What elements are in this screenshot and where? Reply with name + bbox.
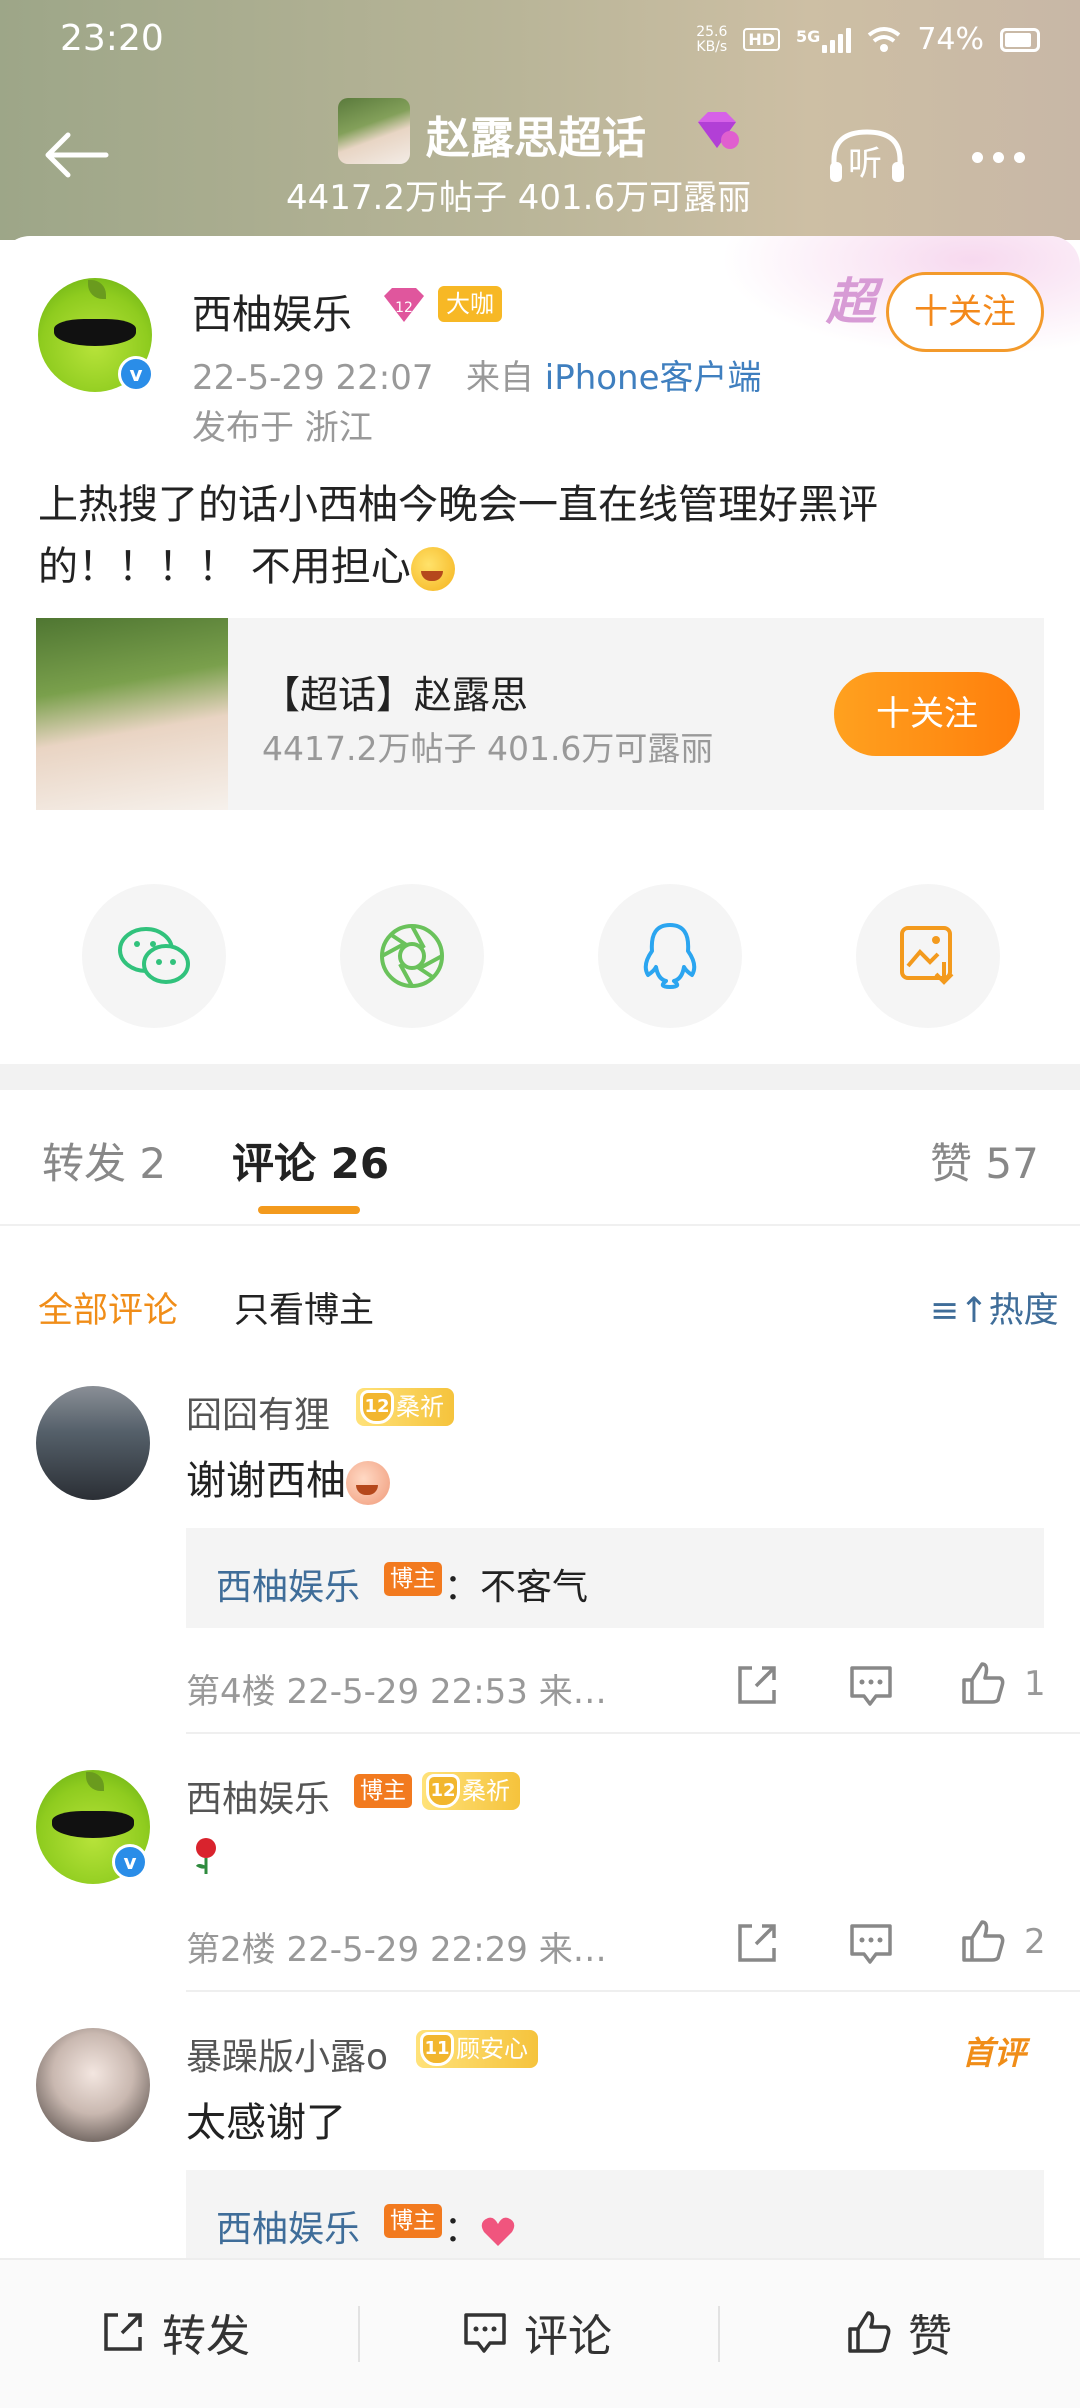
- repost-button[interactable]: 转发: [98, 2300, 250, 2364]
- section-divider: [0, 1064, 1080, 1090]
- comment-text: 谢谢西柚: [186, 1448, 390, 1506]
- active-tab-indicator: [258, 1206, 360, 1214]
- supertopic-image: [36, 618, 228, 810]
- reply-comment-icon[interactable]: [846, 1660, 896, 1710]
- commenter-name[interactable]: 西柚娱乐: [186, 1770, 330, 1822]
- like-button[interactable]: 赞: [844, 2300, 952, 2364]
- like-comment-icon[interactable]: [958, 1916, 1008, 1966]
- sort-icon: ≡↑: [930, 1291, 989, 1331]
- supertopic-title: 【超话】赵露思: [262, 673, 529, 717]
- fan-level-badge: 12 桑祈: [356, 1388, 454, 1426]
- topic-title: 赵露思超话: [426, 113, 646, 164]
- gem-level-icon: [698, 112, 739, 149]
- rose-emoji-icon: [196, 1838, 216, 1874]
- reply-comment-icon[interactable]: [846, 1918, 896, 1968]
- commenter-name[interactable]: 暴躁版小露o: [186, 2028, 388, 2080]
- tab-repost[interactable]: 转发 2: [42, 1130, 166, 1191]
- comment-text: 太感谢了: [186, 2100, 346, 2146]
- follow-supertopic-button[interactable]: 十关注: [834, 672, 1020, 756]
- save-image-icon: [900, 926, 954, 985]
- battery-icon: [1000, 27, 1040, 52]
- share-qq-button[interactable]: [598, 884, 742, 1028]
- share-moments-button[interactable]: [340, 884, 484, 1028]
- weibo-post-detail: 23:20 25.6 KB/s HD 5G 74% 赵露思超话 4417.2万帖子…: [0, 0, 1080, 2408]
- wechat-icon: [118, 927, 190, 984]
- author-name[interactable]: 西柚娱乐: [192, 282, 352, 340]
- blogger-tag: 博主: [354, 1774, 412, 1808]
- sort-by-hot-button[interactable]: ≡↑热度: [930, 1282, 1059, 1333]
- reply-author[interactable]: 西柚娱乐: [216, 1558, 360, 1610]
- fan-level-badge: 12 桑祈: [422, 1772, 520, 1810]
- bar-divider: [358, 2306, 360, 2362]
- vip-badge: 大咖: [438, 286, 502, 322]
- supertopic-deco-label: 超: [826, 273, 876, 331]
- reply-author[interactable]: 西柚娱乐: [216, 2200, 360, 2252]
- qq-icon: [643, 923, 697, 989]
- comment-like-count: 1: [1024, 1664, 1046, 1704]
- filter-all-comments[interactable]: 全部评论: [38, 1282, 178, 1333]
- topic-avatar[interactable]: [338, 98, 410, 164]
- commenter-name[interactable]: 囧囧有狸: [186, 1386, 330, 1438]
- verified-icon: v: [112, 1844, 148, 1880]
- like-comment-icon[interactable]: [958, 1658, 1008, 1708]
- more-icon[interactable]: [972, 152, 1025, 163]
- supertopic-stats: 4417.2万帖子 401.6万可露丽: [262, 729, 714, 768]
- blogger-tag: 博主: [384, 2204, 442, 2238]
- shy-emoji-icon: [346, 1461, 390, 1505]
- filter-blogger-only[interactable]: 只看博主: [234, 1282, 374, 1333]
- comment-divider: [186, 1732, 1080, 1734]
- listen-button[interactable]: 听: [826, 126, 908, 186]
- first-comment-tag: 首评: [962, 2034, 1027, 2072]
- back-arrow-icon[interactable]: [40, 130, 110, 180]
- save-image-button[interactable]: [856, 884, 1000, 1028]
- post-text: 上热搜了的话小西柚今晚会一直在线管理好黑评 的！！！！ 不用担心: [38, 482, 878, 591]
- post-meta: 22-5-29 22:07 来自 iPhone客户端: [192, 358, 762, 398]
- reply-text: ：: [444, 2200, 516, 2252]
- moments-icon: [380, 924, 444, 988]
- listen-label: 听: [848, 144, 882, 184]
- follow-author-button[interactable]: 十关注: [886, 272, 1044, 352]
- repost-icon: [104, 2313, 142, 2351]
- wifi-icon: [868, 26, 901, 52]
- comment-meta: 第4楼 22-5-29 22:53 来…: [186, 1672, 607, 1712]
- bar-divider: [718, 2306, 720, 2362]
- blogger-tag: 博主: [384, 1562, 442, 1596]
- tabs-divider: [0, 1224, 1080, 1226]
- hd-icon: HD: [743, 28, 781, 51]
- comment-button[interactable]: 评论: [460, 2300, 612, 2364]
- signal-icon: 5G: [796, 27, 852, 53]
- fan-level-badge: 11 顾安心: [416, 2030, 538, 2068]
- share-comment-icon[interactable]: [732, 1660, 782, 1710]
- tab-comment[interactable]: 评论 26: [232, 1130, 389, 1191]
- topic-stats: 4417.2万帖子 401.6万可露丽: [286, 178, 752, 218]
- post-location: 发布于 浙江: [192, 408, 373, 448]
- svg-text:12: 12: [395, 300, 413, 316]
- status-time: 23:20: [60, 18, 164, 59]
- post-source-link[interactable]: iPhone客户端: [545, 358, 762, 398]
- commenter-avatar[interactable]: [36, 2028, 150, 2142]
- share-comment-icon[interactable]: [732, 1918, 782, 1968]
- heart-emoji-icon: [481, 2217, 515, 2246]
- reply-text: ：不客气: [444, 1567, 589, 1608]
- share-wechat-button[interactable]: [82, 884, 226, 1028]
- battery-percent: 74%: [917, 22, 984, 57]
- commenter-avatar[interactable]: [36, 1386, 150, 1500]
- level-badge: 12: [380, 286, 428, 326]
- comment-meta: 第2楼 22-5-29 22:29 来…: [186, 1930, 607, 1970]
- tab-like[interactable]: 赞 57: [930, 1130, 1039, 1191]
- comment-divider: [186, 1990, 1080, 1992]
- comment-like-count: 2: [1024, 1922, 1046, 1962]
- like-icon: [848, 2311, 891, 2353]
- verified-icon: v: [118, 356, 154, 392]
- comment-icon: [464, 2313, 506, 2353]
- status-icons: 25.6 KB/s HD 5G 74%: [696, 22, 1040, 57]
- tongue-emoji-icon: [410, 547, 455, 591]
- net-speed: 25.6 KB/s: [696, 23, 728, 55]
